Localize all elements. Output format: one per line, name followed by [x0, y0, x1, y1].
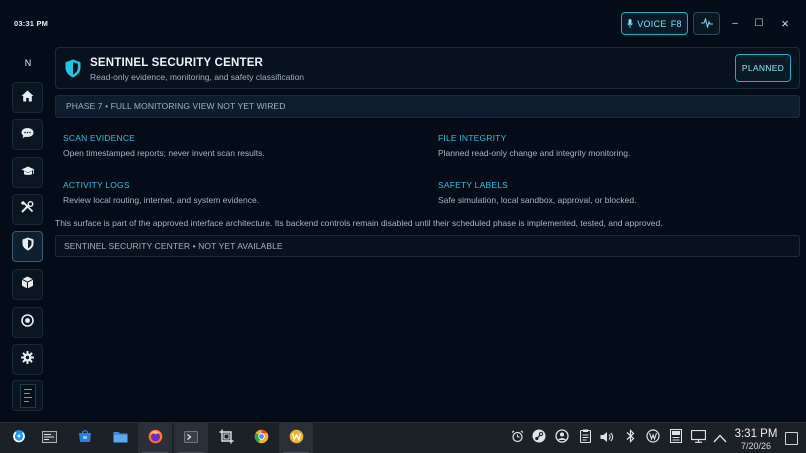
taskbar: 3:31 PM 7/20/26 — [0, 422, 806, 453]
architecture-note: This surface is part of the approved int… — [55, 218, 663, 228]
shield-icon — [22, 237, 34, 256]
screenshot-icon — [219, 429, 234, 449]
home-icon — [21, 89, 34, 107]
rail-package-button[interactable] — [12, 269, 43, 300]
top-bar: 03:31 PM VOICE F8 – ☐ × — [0, 0, 806, 46]
waveform-icon — [700, 15, 713, 33]
firefox-icon — [148, 429, 163, 449]
minimize-button[interactable]: – — [728, 16, 742, 30]
tray-vpn[interactable] — [643, 423, 663, 453]
page-subtitle: Read-only evidence, monitoring, and safe… — [90, 72, 305, 82]
bluetooth-icon — [626, 429, 635, 448]
chrome-like-icon — [254, 429, 269, 449]
header-card: SENTINEL SECURITY CENTER Read-only evide… — [55, 47, 800, 89]
discover-store-icon — [78, 429, 92, 448]
rail-home-button[interactable] — [12, 82, 43, 113]
maximize-button[interactable]: ☐ — [752, 16, 766, 30]
scan-evidence-title: SCAN EVIDENCE — [63, 133, 136, 143]
taskbar-files[interactable] — [103, 423, 137, 453]
tray-notes[interactable] — [666, 423, 686, 453]
show-desktop-button[interactable] — [785, 432, 798, 445]
preview-image — [19, 383, 36, 408]
vpn-icon — [646, 429, 660, 448]
voice-button[interactable]: VOICE F8 — [621, 12, 688, 35]
taskbar-date[interactable]: 7/20/26 — [733, 441, 779, 451]
steam-user-icon — [555, 429, 569, 448]
rail-letter: N — [24, 58, 32, 68]
voice-shortcut: F8 — [670, 18, 682, 29]
display-icon — [690, 429, 706, 448]
chat-icon — [21, 126, 34, 144]
scan-evidence-desc: Open timestamped reports; never invent s… — [63, 148, 265, 158]
sentinel-shield-icon — [65, 59, 81, 83]
file-integrity-title: FILE INTEGRITY — [438, 133, 507, 143]
page-title: SENTINEL SECURITY CENTER — [90, 57, 264, 69]
rail-chat-button[interactable] — [12, 119, 43, 150]
tray-steam-user[interactable] — [552, 423, 572, 453]
voice-label: VOICE — [637, 18, 667, 29]
alarm-icon — [511, 430, 524, 448]
clipboard-icon — [579, 429, 591, 448]
app-launcher-icon — [12, 429, 26, 448]
tray-alarm[interactable] — [507, 423, 527, 453]
tray-display[interactable] — [688, 423, 708, 453]
safety-labels-title: SAFETY LABELS — [438, 180, 509, 190]
taskbar-terminal[interactable] — [174, 423, 208, 453]
gear-icon — [21, 350, 34, 369]
graduation-cap-icon — [21, 164, 35, 182]
rail-target-button[interactable] — [12, 307, 43, 338]
steam-icon — [532, 429, 546, 448]
notes-icon — [669, 428, 683, 448]
rail-preview-thumbnail[interactable] — [12, 380, 43, 411]
tray-steam[interactable] — [529, 423, 549, 453]
close-button[interactable]: × — [778, 16, 792, 31]
volume-icon — [600, 430, 614, 448]
file-integrity-desc: Planned read-only change and integrity m… — [438, 148, 631, 158]
task-manager-icon — [41, 430, 57, 448]
taskbar-w-app[interactable] — [279, 423, 313, 453]
taskbar-discover[interactable] — [68, 423, 102, 453]
taskbar-launcher[interactable] — [2, 423, 36, 453]
taskbar-screenshot[interactable] — [209, 423, 243, 453]
taskbar-browser[interactable] — [244, 423, 278, 453]
file-manager-icon — [113, 430, 128, 448]
w-app-icon — [289, 429, 304, 449]
rail-tools-button[interactable] — [12, 194, 43, 225]
activity-button[interactable] — [693, 12, 720, 35]
activity-logs-desc: Review local routing, internet, and syst… — [63, 195, 260, 205]
availability-status: SENTINEL SECURITY CENTER • NOT YET AVAIL… — [55, 235, 800, 257]
activity-logs-title: ACTIVITY LOGS — [63, 180, 130, 190]
taskbar-clock[interactable]: 3:31 PM — [733, 428, 779, 440]
safety-labels-desc: Safe simulation, local sandbox, approval… — [438, 195, 637, 205]
target-icon — [21, 313, 34, 332]
box-icon — [21, 276, 34, 294]
terminal-icon — [184, 430, 198, 448]
tray-bluetooth[interactable] — [620, 423, 640, 453]
rail-settings-button[interactable] — [12, 344, 43, 375]
rail-learn-button[interactable] — [12, 157, 43, 188]
microphone-icon — [627, 19, 634, 28]
taskbar-task-manager[interactable] — [32, 423, 66, 453]
tray-volume[interactable] — [597, 423, 617, 453]
tools-icon — [20, 200, 34, 219]
rail-security-button[interactable] — [12, 231, 43, 262]
tray-expand[interactable] — [710, 423, 730, 453]
chevron-up-icon — [713, 430, 727, 448]
tray-clipboard[interactable] — [575, 423, 595, 453]
planned-badge[interactable]: PLANNED — [735, 54, 791, 82]
top-clock: 03:31 PM — [14, 19, 49, 28]
phase-banner: PHASE 7 • FULL MONITORING VIEW NOT YET W… — [55, 95, 800, 118]
taskbar-firefox[interactable] — [138, 423, 172, 453]
